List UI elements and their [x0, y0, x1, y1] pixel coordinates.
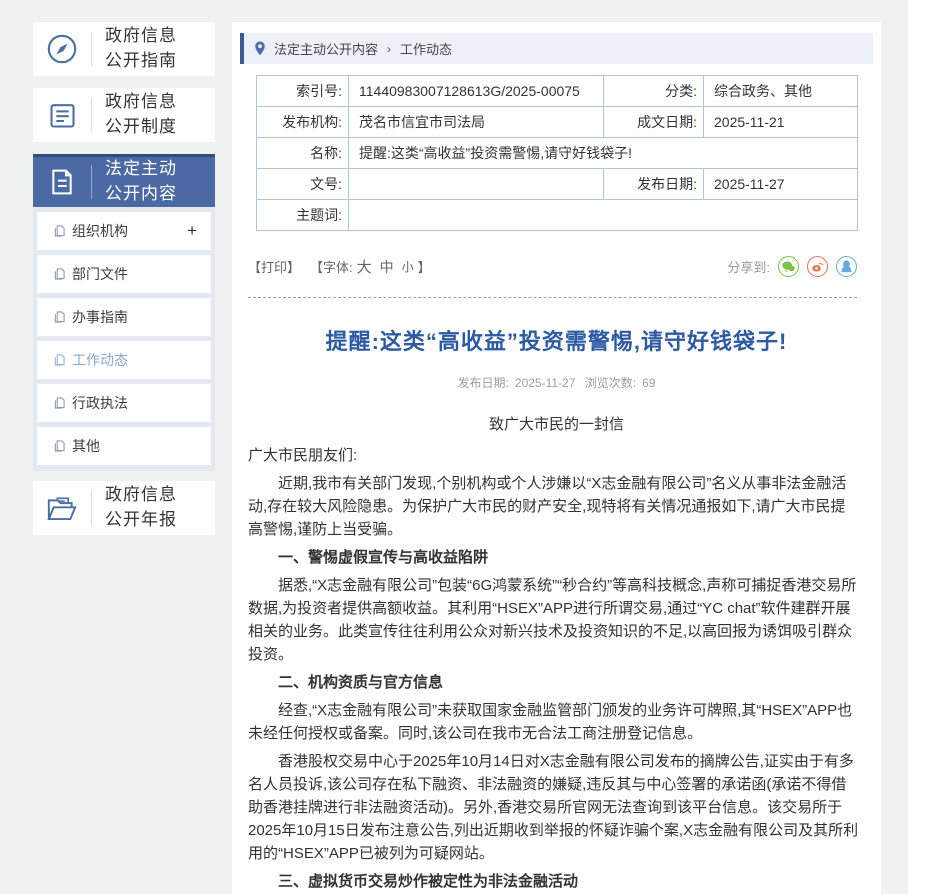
- sidebar-item-department-documents[interactable]: 部门文件: [37, 255, 211, 293]
- article-subtitle: 致广大市民的一封信: [232, 413, 881, 434]
- article-toolbar: 【打印】 【字体: 大 中 小 】 分享到:: [248, 256, 857, 277]
- dashed-divider: [248, 297, 857, 298]
- article-publish-date-label: 发布日期:: [458, 376, 509, 390]
- print-button[interactable]: 【打印】: [248, 257, 300, 276]
- article-views-count: 69: [642, 376, 655, 390]
- font-size-label: 【字体:: [310, 257, 353, 276]
- submenu-label: 组织机构: [72, 221, 128, 241]
- sidebar-item-label: 政府信息公开年报: [92, 483, 177, 532]
- written-date-value: 2025-11-21: [704, 107, 858, 138]
- article-body: 广大市民朋友们: 近期,我市有关部门发现,个别机构或个人涉嫌以“X志金融有限公司…: [248, 444, 859, 894]
- share-label: 分享到:: [727, 257, 770, 276]
- page-right-margin: [908, 0, 942, 894]
- font-size-label-close: 】: [418, 257, 431, 276]
- sidebar-item-organization[interactable]: 组织机构 +: [37, 212, 211, 250]
- written-date-label: 成文日期:: [604, 107, 704, 138]
- sidebar-item-label: 政府信息公开指南: [92, 24, 177, 73]
- page-icon: [54, 311, 65, 323]
- sidebar-item-administrative-enforcement[interactable]: 行政执法: [37, 384, 211, 422]
- table-row: 主题词:: [257, 200, 858, 231]
- font-size-large-button[interactable]: 大: [357, 256, 372, 277]
- document-icon: [33, 166, 91, 198]
- article-publish-date: 2025-11-27: [515, 376, 576, 390]
- sidebar-item-annual-report[interactable]: 政府信息公开年报: [33, 481, 215, 535]
- doc-number-value: [349, 169, 604, 200]
- qq-share-icon[interactable]: [836, 256, 857, 277]
- index-number-label: 索引号:: [257, 76, 349, 107]
- weibo-share-icon[interactable]: [807, 256, 828, 277]
- submenu-label: 部门文件: [72, 264, 128, 284]
- sidebar-item-statutory-disclosure[interactable]: 法定主动公开内容: [33, 154, 215, 207]
- section-heading-3: 三、虚拟货币交易炒作被定性为非法金融活动: [248, 870, 859, 893]
- font-size-small-button[interactable]: 小: [402, 258, 414, 275]
- index-number-value: 11440983007128613G/2025-00075: [349, 76, 604, 107]
- main-content-panel: 法定主动公开内容 › 工作动态 索引号: 11440983007128613G/…: [232, 22, 881, 894]
- sidebar-item-work-updates[interactable]: 工作动态: [37, 341, 211, 379]
- table-row: 文号: 发布日期: 2025-11-27: [257, 169, 858, 200]
- compass-icon: [33, 32, 91, 66]
- breadcrumb-link-statutory[interactable]: 法定主动公开内容: [274, 39, 378, 58]
- page-icon: [54, 225, 65, 237]
- submenu-label: 办事指南: [72, 307, 128, 327]
- breadcrumb-accent-bar: [240, 33, 244, 64]
- breadcrumb-link-work-updates[interactable]: 工作动态: [400, 39, 452, 58]
- category-value: 综合政务、其他: [704, 76, 858, 107]
- name-label: 名称:: [257, 138, 349, 169]
- sidebar-item-other[interactable]: 其他: [37, 427, 211, 465]
- publish-date-value: 2025-11-27: [704, 169, 858, 200]
- table-row: 发布机构: 茂名市信宜市司法局 成文日期: 2025-11-21: [257, 107, 858, 138]
- sidebar-item-label: 法定主动公开内容: [92, 157, 177, 206]
- expand-plus-icon[interactable]: +: [187, 221, 197, 241]
- submenu-label: 行政执法: [72, 393, 128, 413]
- keywords-value: [349, 200, 858, 231]
- share-bar: 分享到:: [727, 256, 857, 277]
- font-size-medium-button[interactable]: 中: [380, 257, 394, 277]
- book-list-icon: [33, 99, 91, 132]
- paragraph: 据悉,“X志金融有限公司”包装“6G鸿蒙系统”“秒合约”等高科技概念,声称可捕捉…: [248, 574, 859, 666]
- sidebar-item-service-guide[interactable]: 办事指南: [37, 298, 211, 336]
- sidebar-submenu: 组织机构 + 部门文件 办事指南: [33, 207, 215, 471]
- page-icon: [54, 354, 65, 366]
- sidebar-item-label: 政府信息公开制度: [92, 90, 177, 139]
- article-views-label: 浏览次数:: [585, 376, 636, 390]
- sidebar-item-disclosure-system[interactable]: 政府信息公开制度: [33, 88, 215, 142]
- sidebar: 政府信息公开指南 政府信息公开制度 法定主动公开: [33, 22, 215, 547]
- publish-date-label: 发布日期:: [604, 169, 704, 200]
- document-meta-table: 索引号: 11440983007128613G/2025-00075 分类: 综…: [256, 75, 858, 231]
- submenu-label: 工作动态: [72, 350, 128, 370]
- section-heading-1: 一、警惕虚假宣传与高收益陷阱: [248, 546, 859, 569]
- page-icon: [54, 440, 65, 452]
- article-meta: 发布日期: 2025-11-27 浏览次数: 69: [232, 374, 881, 391]
- breadcrumb-separator: ›: [387, 42, 391, 56]
- wechat-share-icon[interactable]: [778, 256, 799, 277]
- doc-number-label: 文号:: [257, 169, 349, 200]
- section-heading-2: 二、机构资质与官方信息: [248, 671, 859, 694]
- paragraph: 近期,我市有关部门发现,个别机构或个人涉嫌以“X志金融有限公司”名义从事非法金融…: [248, 472, 859, 541]
- paragraph: 广大市民朋友们:: [248, 444, 859, 467]
- paragraph: 香港股权交易中心于2025年10月14日对X志金融有限公司发布的摘牌公告,证实由…: [248, 750, 859, 865]
- location-pin-icon: [254, 41, 266, 56]
- page-icon: [54, 397, 65, 409]
- article-title: 提醒:这类“高收益”投资需警惕,请守好钱袋子!: [262, 324, 851, 356]
- breadcrumb: 法定主动公开内容 › 工作动态: [240, 33, 873, 64]
- folder-report-icon: [33, 490, 91, 526]
- issuing-agency-label: 发布机构:: [257, 107, 349, 138]
- category-label: 分类:: [604, 76, 704, 107]
- submenu-label: 其他: [72, 436, 100, 456]
- table-row: 名称: 提醒:这类“高收益”投资需警惕,请守好钱袋子!: [257, 138, 858, 169]
- keywords-label: 主题词:: [257, 200, 349, 231]
- issuing-agency-value: 茂名市信宜市司法局: [349, 107, 604, 138]
- page-icon: [54, 268, 65, 280]
- name-value: 提醒:这类“高收益”投资需警惕,请守好钱袋子!: [349, 138, 858, 169]
- table-row: 索引号: 11440983007128613G/2025-00075 分类: 综…: [257, 76, 858, 107]
- sidebar-item-disclosure-guide[interactable]: 政府信息公开指南: [33, 22, 215, 76]
- paragraph: 经查,“X志金融有限公司”未获取国家金融监管部门颁发的业务许可牌照,其“HSEX…: [248, 699, 859, 745]
